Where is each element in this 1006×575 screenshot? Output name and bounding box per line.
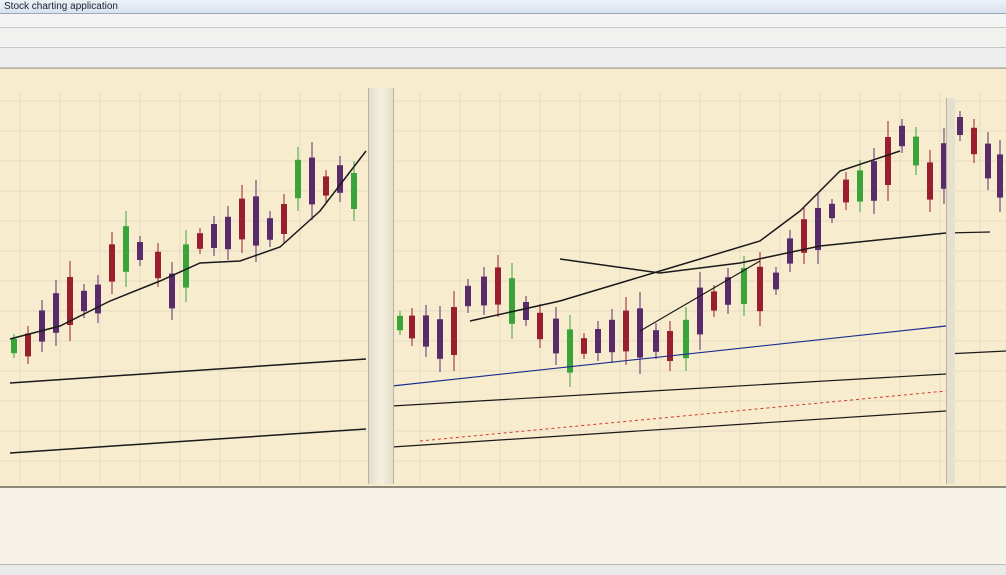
candle-body [787, 238, 793, 264]
candle-body [829, 203, 835, 219]
candle-body [123, 226, 129, 272]
candle-body [913, 136, 919, 166]
candle-body [109, 244, 115, 282]
candle-body [985, 143, 991, 179]
candle-body [509, 278, 515, 324]
candle-body [481, 276, 487, 306]
candle-body [927, 162, 933, 200]
candle-body [437, 319, 443, 359]
chart-area[interactable] [0, 68, 1006, 488]
candle-body [537, 312, 543, 340]
candle-body [885, 137, 891, 185]
candle-body [523, 302, 529, 320]
candle-body [653, 330, 659, 352]
status-bar [0, 564, 1006, 575]
candle-body [95, 284, 101, 314]
candle-body [553, 318, 559, 354]
candle-body [169, 273, 175, 309]
candle-body [843, 179, 849, 203]
candle-body [39, 310, 45, 342]
candle-body [11, 338, 17, 354]
candle-body [801, 219, 807, 253]
price-scale[interactable] [946, 98, 955, 484]
candle-body [957, 117, 963, 135]
candle-body [253, 196, 259, 246]
chart-background [0, 69, 1006, 487]
candle-body [309, 157, 315, 205]
candlestick-chart[interactable] [0, 69, 1006, 487]
candle-body [281, 204, 287, 234]
candle-body [595, 329, 601, 353]
candle-body [623, 310, 629, 352]
window-title: Stock charting application [4, 1, 118, 12]
candle-body [971, 127, 977, 155]
candle-body [741, 268, 747, 304]
candle-body [137, 242, 143, 260]
candle-body [815, 208, 821, 250]
candle-body [295, 159, 301, 199]
candle-body [423, 315, 429, 347]
candle-body [267, 218, 273, 240]
candle-body [323, 176, 329, 196]
candle-body [397, 315, 403, 331]
candle-body [495, 267, 501, 305]
candle-body [81, 290, 87, 312]
candle-body [857, 170, 863, 202]
candle-body [773, 272, 779, 290]
candle-body [25, 333, 31, 357]
data-table [0, 486, 1006, 566]
candle-body [183, 244, 189, 288]
candle-body [609, 319, 615, 353]
candle-body [409, 315, 415, 339]
candle-body [757, 266, 763, 312]
candle-body [155, 251, 161, 279]
pane-divider[interactable] [368, 88, 394, 484]
candle-body [225, 216, 231, 250]
candle-body [581, 338, 587, 354]
candle-body [711, 291, 717, 311]
candle-body [637, 308, 643, 358]
candle-body [211, 224, 217, 248]
candle-body [465, 285, 471, 307]
candle-body [997, 154, 1003, 198]
title-bar: Stock charting application [0, 0, 1006, 14]
candle-body [683, 319, 689, 359]
menu-bar [0, 14, 1006, 28]
candle-body [899, 125, 905, 147]
tab-bar [0, 48, 1006, 68]
candle-body [239, 198, 245, 240]
candle-body [351, 173, 357, 209]
toolbar [0, 28, 1006, 48]
candle-body [197, 233, 203, 249]
candle-body [67, 277, 73, 325]
candle-body [451, 307, 457, 355]
candle-body [871, 161, 877, 201]
